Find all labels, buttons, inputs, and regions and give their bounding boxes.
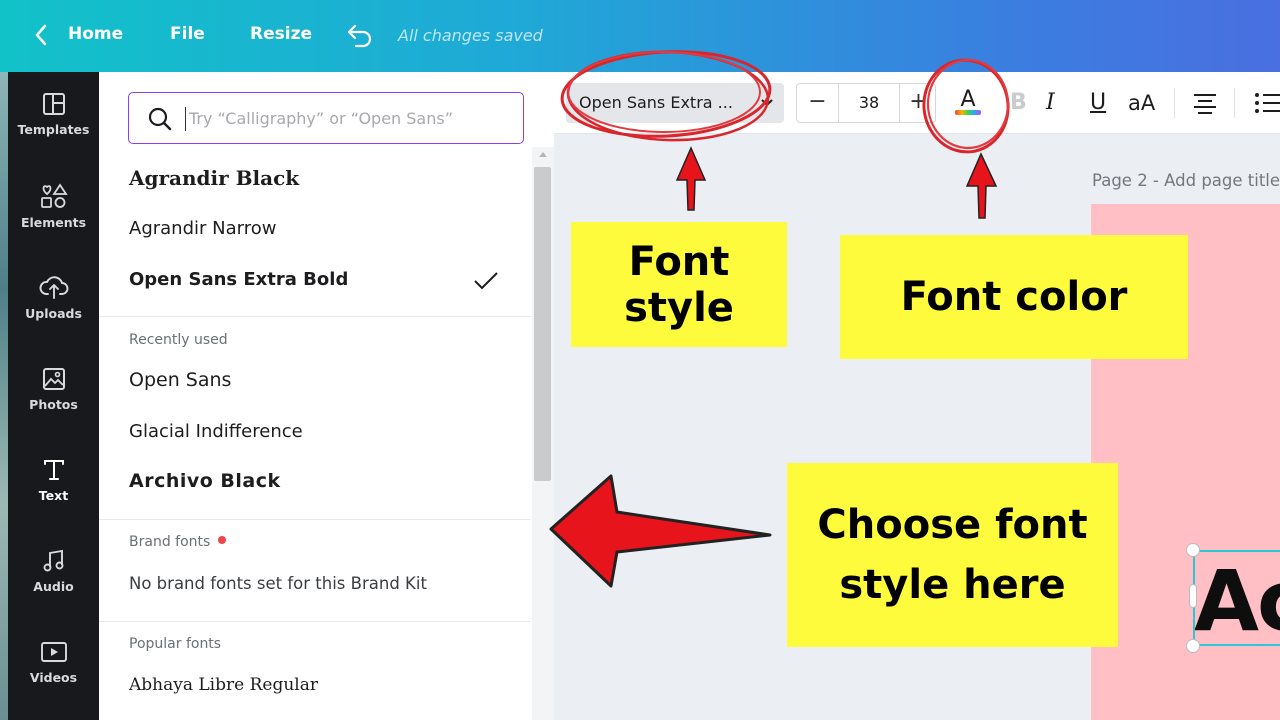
callout-line: Choose font (817, 502, 1088, 548)
font-option[interactable]: Agrandir Narrow (129, 218, 509, 239)
font-option[interactable]: Open Sans (129, 369, 509, 391)
scrollbar-thumb[interactable] (534, 167, 551, 481)
arrow-left-icon (549, 474, 772, 588)
font-option[interactable]: Abhaya Libre Regular (129, 675, 509, 695)
arrow-up-icon (675, 146, 707, 211)
font-search-input[interactable] (189, 103, 509, 133)
videos-icon (40, 642, 67, 662)
font-family-value: Open Sans Extra ... (579, 93, 733, 112)
resize-handle[interactable] (1186, 543, 1200, 557)
callout-font-style: Font style (571, 222, 787, 347)
text-toolbar: Open Sans Extra ... − 38 + A B I U aA (554, 72, 1280, 134)
rail-label: Photos (29, 397, 78, 412)
rail-item-audio[interactable]: Audio (8, 549, 99, 594)
text-color-icon: A (955, 87, 981, 115)
underline-button[interactable]: U (1090, 90, 1106, 115)
callout-line: style here (839, 562, 1066, 608)
popular-fonts-heading: Popular fonts (129, 636, 222, 652)
photos-icon (42, 368, 65, 390)
rail-label: Audio (33, 579, 74, 594)
list-icon[interactable] (1254, 92, 1280, 114)
file-menu[interactable]: File (170, 24, 205, 44)
checkmark-icon (474, 272, 498, 290)
rail-label: Text (38, 488, 69, 503)
notification-dot (218, 536, 227, 544)
rail-item-elements[interactable]: Elements (8, 183, 99, 230)
uploads-icon (39, 276, 68, 299)
rail-label: Elements (20, 215, 87, 230)
save-status: All changes saved (398, 26, 543, 45)
toolbar-divider (1174, 88, 1175, 118)
align-center-icon[interactable] (1192, 92, 1218, 114)
rail-label: Uploads (25, 306, 82, 321)
rail-item-photos[interactable]: Photos (8, 367, 99, 412)
rail-item-videos[interactable]: Videos (8, 640, 99, 685)
brand-fonts-heading: Brand fonts (129, 534, 227, 550)
side-rail: Templates Elements Uploads Photos Text A… (8, 72, 99, 720)
font-size-stepper[interactable]: − 38 + (796, 83, 936, 123)
divider (99, 316, 531, 317)
page-title[interactable]: Page 2 - Add page title (1092, 171, 1280, 190)
font-family-dropdown[interactable]: Open Sans Extra ... (566, 83, 784, 123)
font-option[interactable]: Agrandir Black (129, 166, 509, 190)
divider (99, 621, 531, 622)
top-bar: Home File Resize All changes saved (0, 0, 1280, 72)
font-panel: Agrandir Black Agrandir Narrow Open Sans… (99, 72, 554, 720)
templates-icon (42, 93, 65, 115)
rail-label: Videos (29, 670, 78, 685)
callout-font-color: Font color (840, 235, 1188, 359)
selection-box (1193, 550, 1280, 646)
home-button[interactable]: Home (68, 24, 123, 44)
font-option-selected[interactable]: Open Sans Extra Bold (129, 269, 509, 290)
text-icon (43, 460, 64, 480)
brand-fonts-empty-text: No brand fonts set for this Brand Kit (129, 574, 427, 593)
toolbar-divider (1234, 88, 1235, 118)
arrow-up-icon (965, 152, 998, 219)
font-option[interactable]: Archivo Black (129, 470, 509, 492)
side-resize-handle[interactable] (1189, 584, 1197, 608)
rail-item-uploads[interactable]: Uploads (8, 274, 99, 321)
text-color-button[interactable]: A (952, 84, 984, 122)
search-icon (148, 107, 172, 131)
brand-fonts-label: Brand fonts (129, 534, 211, 550)
resize-button[interactable]: Resize (250, 24, 312, 44)
recently-used-heading: Recently used (129, 332, 228, 348)
chevron-down-icon (761, 99, 773, 107)
callout-choose-font: Choose font style here (787, 463, 1118, 647)
font-size-value[interactable]: 38 (839, 84, 899, 122)
rail-item-templates[interactable]: Templates (8, 92, 99, 137)
rail-item-text[interactable]: Text (8, 458, 99, 503)
rail-label: Templates (17, 122, 90, 137)
background-edge (0, 72, 8, 720)
increase-size-button[interactable]: + (899, 84, 937, 122)
letter-case-button[interactable]: aA (1128, 91, 1155, 115)
chevron-left-icon[interactable] (34, 24, 48, 46)
font-option[interactable]: Glacial Indifference (129, 421, 509, 442)
scroll-up-arrow-icon[interactable] (539, 152, 547, 157)
undo-icon[interactable] (346, 22, 374, 48)
text-caret (185, 107, 186, 131)
decrease-size-button[interactable]: − (797, 84, 839, 122)
bold-button[interactable]: B (1010, 90, 1027, 115)
italic-button[interactable]: I (1046, 90, 1055, 115)
divider (99, 519, 531, 520)
text-color-letter: A (960, 87, 975, 112)
font-search-box[interactable] (128, 92, 524, 144)
elements-icon (40, 183, 68, 208)
audio-icon (43, 549, 63, 572)
resize-handle[interactable] (1186, 639, 1200, 653)
